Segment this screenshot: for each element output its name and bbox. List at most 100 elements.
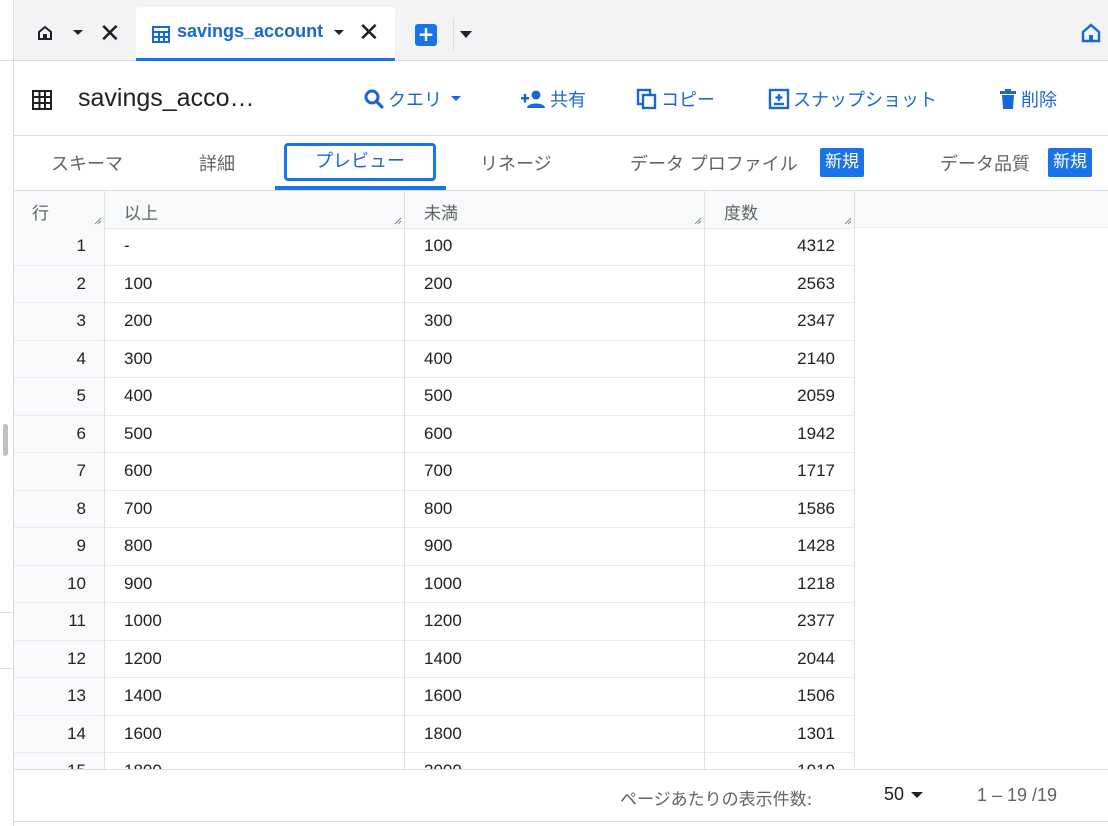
table-cell-lt[interactable]: 100	[405, 228, 705, 266]
table-row: 1-100 4312	[14, 228, 855, 266]
table-cell-frequency[interactable]: 2059	[705, 378, 855, 416]
tab-details[interactable]: 詳細	[199, 150, 235, 176]
table-cell-lt[interactable]: 800	[405, 490, 705, 528]
table-cell-gte[interactable]: 600	[105, 453, 405, 491]
table-cell-lt[interactable]: 900	[405, 528, 705, 566]
table-cell-row-number[interactable]: 5	[14, 378, 105, 416]
table-cell-lt[interactable]: 1000	[405, 565, 705, 603]
table-row: 4 300 400 2140	[14, 340, 855, 378]
table-cell-frequency[interactable]: 1506	[705, 678, 855, 716]
table-cell-gte[interactable]: 900	[105, 565, 405, 603]
close-icon[interactable]: ✕	[358, 20, 380, 46]
query-button[interactable]: クエリ	[363, 86, 465, 112]
resize-handle-icon[interactable]	[844, 217, 852, 225]
table-cell-row-number[interactable]: 7	[14, 453, 105, 491]
table-cell-gte[interactable]: -	[105, 228, 405, 266]
table-cell-gte[interactable]: 400	[105, 378, 405, 416]
table-cell-lt[interactable]: 600	[405, 415, 705, 453]
column-header-frequency[interactable]: 度数	[705, 191, 855, 229]
table-cell-gte[interactable]: 1400	[105, 678, 405, 716]
copy-icon	[636, 88, 657, 110]
table-row: 11 1000 1200 2377	[14, 603, 855, 641]
table-cell-lt[interactable]: 1600	[405, 678, 705, 716]
chevron-down-icon[interactable]	[333, 29, 345, 37]
table-icon	[152, 26, 170, 43]
table-cell-lt[interactable]: 1200	[405, 603, 705, 641]
table-cell-gte[interactable]: 300	[105, 340, 405, 378]
divider	[453, 18, 454, 50]
table-cell-row-number[interactable]: 15	[14, 753, 105, 769]
table-cell-lt[interactable]: 400	[405, 340, 705, 378]
table-cell-row-number[interactable]: 3	[14, 303, 105, 341]
copy-label: コピー	[661, 90, 715, 111]
column-header-gte[interactable]: 以上	[105, 191, 405, 229]
copy-button[interactable]: コピー	[636, 86, 715, 112]
add-tab-icon[interactable]: +	[415, 24, 437, 46]
table-row: 7 600 700 1717	[14, 453, 855, 491]
table-cell-gte[interactable]: 200	[105, 303, 405, 341]
table-cell-frequency[interactable]: 1301	[705, 715, 855, 753]
table-cell-gte[interactable]: 1000	[105, 603, 405, 641]
table-cell-frequency[interactable]: 4312	[705, 228, 855, 266]
table-cell-row-number[interactable]: 13	[14, 678, 105, 716]
table-cell-frequency[interactable]: 1942	[705, 415, 855, 453]
column-header-lt[interactable]: 未満	[405, 191, 705, 229]
table-cell-frequency[interactable]: 1586	[705, 490, 855, 528]
table-cell-frequency[interactable]: 1010	[705, 753, 855, 769]
table-cell-gte[interactable]: 700	[105, 490, 405, 528]
new-badge: 新規	[820, 148, 864, 177]
table-cell-frequency[interactable]: 2563	[705, 265, 855, 303]
table-cell-lt[interactable]: 2000	[405, 753, 705, 769]
tab-data-quality[interactable]: データ品質	[940, 150, 1030, 176]
tab-data-profile[interactable]: データ プロファイル	[630, 150, 798, 176]
table-cell-row-number[interactable]: 6	[14, 415, 105, 453]
table-cell-frequency[interactable]: 2044	[705, 640, 855, 678]
table-cell-frequency[interactable]: 1218	[705, 565, 855, 603]
table-cell-row-number[interactable]: 4	[14, 340, 105, 378]
table-cell-gte[interactable]: 1600	[105, 715, 405, 753]
table-cell-gte[interactable]: 800	[105, 528, 405, 566]
table-cell-row-number[interactable]: 11	[14, 603, 105, 641]
table-cell-frequency[interactable]: 2377	[705, 603, 855, 641]
table-cell-lt[interactable]: 1800	[405, 715, 705, 753]
tab-savings-account[interactable]: savings_account ✕	[136, 7, 395, 61]
tab-lineage[interactable]: リネージ	[480, 150, 552, 176]
tab-home[interactable]: ✕	[14, 7, 134, 61]
resize-handle-icon[interactable]	[94, 217, 102, 225]
resize-handle-icon[interactable]	[694, 217, 702, 225]
table-cell-gte[interactable]: 100	[105, 265, 405, 303]
table-cell-row-number[interactable]: 2	[14, 265, 105, 303]
table-cell-frequency[interactable]: 2347	[705, 303, 855, 341]
chevron-down-icon[interactable]	[459, 30, 473, 39]
close-icon[interactable]: ✕	[99, 21, 121, 47]
panel-resize-handle[interactable]	[3, 424, 8, 456]
column-header-row-number[interactable]: 行	[14, 191, 105, 229]
table-cell-row-number[interactable]: 1	[14, 228, 105, 266]
table-cell-frequency[interactable]: 1717	[705, 453, 855, 491]
new-badge: 新規	[1048, 148, 1092, 177]
snapshot-button[interactable]: スナップショット	[768, 86, 937, 112]
table-cell-row-number[interactable]: 14	[14, 715, 105, 753]
table-cell-row-number[interactable]: 10	[14, 565, 105, 603]
resize-handle-icon[interactable]	[394, 217, 402, 225]
table-cell-frequency[interactable]: 1428	[705, 528, 855, 566]
table-cell-lt[interactable]: 1400	[405, 640, 705, 678]
table-cell-frequency[interactable]: 2140	[705, 340, 855, 378]
table-cell-gte[interactable]: 500	[105, 415, 405, 453]
table-cell-lt[interactable]: 500	[405, 378, 705, 416]
tab-schema[interactable]: スキーマ	[51, 150, 123, 176]
table-cell-lt[interactable]: 700	[405, 453, 705, 491]
table-cell-gte[interactable]: 1200	[105, 640, 405, 678]
table-cell-lt[interactable]: 200	[405, 265, 705, 303]
share-button[interactable]: 共有	[521, 86, 586, 112]
table-cell-row-number[interactable]: 12	[14, 640, 105, 678]
table-cell-lt[interactable]: 300	[405, 303, 705, 341]
home-icon[interactable]	[1080, 22, 1102, 44]
table-cell-row-number[interactable]: 8	[14, 490, 105, 528]
table-cell-row-number[interactable]: 9	[14, 528, 105, 566]
tab-preview[interactable]: プレビュー	[284, 143, 436, 181]
chevron-down-icon[interactable]	[72, 29, 84, 37]
rows-per-page-select[interactable]: 50	[884, 784, 924, 805]
table-cell-gte[interactable]: 1800	[105, 753, 405, 769]
delete-button[interactable]: 削除	[998, 86, 1057, 112]
